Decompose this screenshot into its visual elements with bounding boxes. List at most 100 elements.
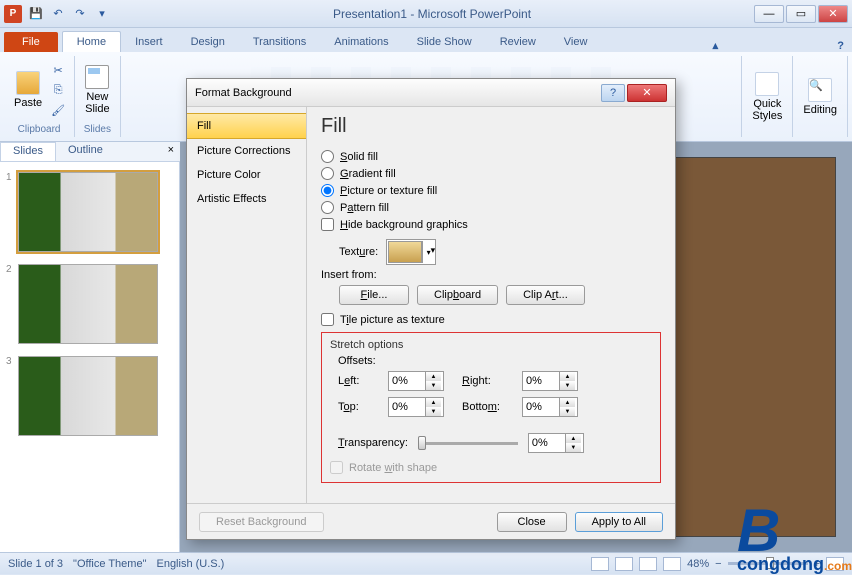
normal-view-button[interactable] <box>591 557 609 571</box>
radio-solid-fill[interactable] <box>321 150 334 163</box>
offset-bottom-label: Bottom: <box>462 401 512 413</box>
insert-clipart-button[interactable]: Clip Art... <box>506 285 585 305</box>
sorter-view-button[interactable] <box>615 557 633 571</box>
tab-insert[interactable]: Insert <box>121 32 177 52</box>
label-solid-fill: Solid fill <box>340 151 378 163</box>
offset-left-spinner[interactable]: ▲▼ <box>388 371 444 391</box>
tab-view[interactable]: View <box>550 32 602 52</box>
editing-button[interactable]: 🔍 Editing <box>801 76 839 118</box>
check-tile[interactable] <box>321 313 334 326</box>
tab-home[interactable]: Home <box>62 31 121 52</box>
minimize-button[interactable]: — <box>754 5 784 23</box>
nav-picture-corrections[interactable]: Picture Corrections <box>187 139 306 163</box>
label-gradient-fill: Gradient fill <box>340 168 396 180</box>
group-slides: New Slide Slides <box>75 56 120 137</box>
offset-top-input[interactable] <box>389 398 425 416</box>
quick-access-toolbar: 💾 ↶ ↷ ▾ <box>28 6 110 22</box>
thumb-number: 3 <box>6 356 12 436</box>
paste-button[interactable]: Paste <box>12 69 44 111</box>
app-icon: P <box>4 5 22 23</box>
offset-bottom-input[interactable] <box>523 398 559 416</box>
help-icon[interactable]: ? <box>837 40 844 52</box>
panel-tab-outline[interactable]: Outline <box>56 142 115 161</box>
zoom-slider[interactable] <box>728 562 808 565</box>
radio-gradient-fill[interactable] <box>321 167 334 180</box>
dialog-nav: Fill Picture Corrections Picture Color A… <box>187 107 307 503</box>
new-slide-button[interactable]: New Slide <box>83 63 111 117</box>
copy-icon[interactable]: ⎘ <box>50 82 66 98</box>
label-pattern-fill: Pattern fill <box>340 202 389 214</box>
dialog-help-button[interactable]: ? <box>601 84 625 102</box>
dialog-content: Fill Solid fill Gradient fill Picture or… <box>307 107 675 503</box>
slide-thumbnail-3[interactable] <box>18 356 158 436</box>
slide-thumbnail-1[interactable] <box>18 172 158 252</box>
status-theme: "Office Theme" <box>73 558 146 570</box>
offset-top-spinner[interactable]: ▲▼ <box>388 397 444 417</box>
quick-styles-button[interactable]: Quick Styles <box>750 70 784 124</box>
dialog-heading: Fill <box>321 115 661 138</box>
tab-review[interactable]: Review <box>486 32 550 52</box>
offset-right-input[interactable] <box>523 372 559 390</box>
insert-file-button[interactable]: File... <box>339 285 409 305</box>
panel-close-icon[interactable]: × <box>162 142 180 161</box>
zoom-in-button[interactable]: + <box>814 558 820 570</box>
nav-artistic-effects[interactable]: Artistic Effects <box>187 187 306 211</box>
qat-dropdown-icon[interactable]: ▾ <box>94 6 110 22</box>
tab-design[interactable]: Design <box>177 32 239 52</box>
window-title: Presentation1 - Microsoft PowerPoint <box>110 7 754 21</box>
cut-icon[interactable]: ✂ <box>50 62 66 78</box>
transparency-spinner[interactable]: ▲▼ <box>528 433 584 453</box>
texture-picker[interactable] <box>388 241 422 263</box>
format-background-dialog: Format Background ? ✕ Fill Picture Corre… <box>186 78 676 540</box>
maximize-button[interactable]: ▭ <box>786 5 816 23</box>
insert-clipboard-button[interactable]: Clipboard <box>417 285 498 305</box>
transparency-label: Transparency: <box>338 437 408 449</box>
dialog-close-button[interactable]: ✕ <box>627 84 667 102</box>
offset-left-input[interactable] <box>389 372 425 390</box>
dialog-close-action-button[interactable]: Close <box>497 512 567 532</box>
quick-styles-icon <box>755 72 779 96</box>
dialog-title: Format Background <box>195 87 601 99</box>
fit-button[interactable] <box>826 557 844 571</box>
slideshow-view-button[interactable] <box>663 557 681 571</box>
label-rotate: Rotate with shape <box>349 462 437 474</box>
label-tile: Tile picture as texture <box>340 314 445 326</box>
stretch-legend: Stretch options <box>330 339 652 351</box>
nav-fill[interactable]: Fill <box>187 113 306 139</box>
tab-animations[interactable]: Animations <box>320 32 402 52</box>
group-drawing: Quick Styles <box>742 56 793 137</box>
insert-from-label: Insert from: <box>321 269 661 281</box>
redo-icon[interactable]: ↷ <box>72 6 88 22</box>
offsets-label: Offsets: <box>338 355 652 367</box>
radio-picture-fill[interactable] <box>321 184 334 197</box>
zoom-out-button[interactable]: − <box>715 558 721 570</box>
status-language[interactable]: English (U.S.) <box>156 558 224 570</box>
offset-right-spinner[interactable]: ▲▼ <box>522 371 578 391</box>
group-editing: 🔍 Editing <box>793 56 848 137</box>
new-slide-icon <box>85 65 109 89</box>
reading-view-button[interactable] <box>639 557 657 571</box>
radio-pattern-fill[interactable] <box>321 201 334 214</box>
group-slides-label: Slides <box>84 124 111 135</box>
tab-slideshow[interactable]: Slide Show <box>403 32 486 52</box>
paste-icon <box>16 71 40 95</box>
close-button[interactable]: ✕ <box>818 5 848 23</box>
nav-picture-color[interactable]: Picture Color <box>187 163 306 187</box>
check-hide-bg[interactable] <box>321 218 334 231</box>
find-icon: 🔍 <box>808 78 832 102</box>
transparency-input[interactable] <box>529 434 565 452</box>
undo-icon[interactable]: ↶ <box>50 6 66 22</box>
transparency-slider[interactable] <box>418 442 518 445</box>
offset-bottom-spinner[interactable]: ▲▼ <box>522 397 578 417</box>
reset-background-button[interactable]: Reset Background <box>199 512 324 532</box>
zoom-value: 48% <box>687 558 709 570</box>
panel-tab-slides[interactable]: Slides <box>0 142 56 161</box>
ribbon-minimize-icon[interactable]: ▴ <box>713 39 719 52</box>
offset-top-label: Top: <box>338 401 378 413</box>
tab-transitions[interactable]: Transitions <box>239 32 320 52</box>
slide-thumbnail-2[interactable] <box>18 264 158 344</box>
format-painter-icon[interactable]: 🖌 <box>50 102 66 118</box>
save-icon[interactable]: 💾 <box>28 6 44 22</box>
apply-to-all-button[interactable]: Apply to All <box>575 512 663 532</box>
file-tab[interactable]: File <box>4 32 58 52</box>
